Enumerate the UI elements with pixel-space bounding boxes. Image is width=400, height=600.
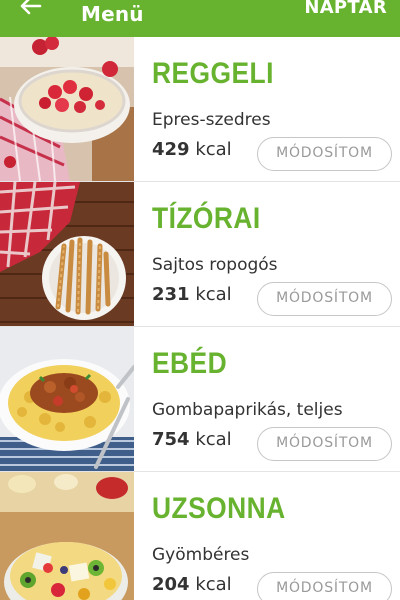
meal-list: REGGELI Epres-szedres 429 kcal MÓDOSÍTOM xyxy=(0,37,400,600)
meal-calories: 429 kcal xyxy=(152,139,232,160)
modify-button[interactable]: MÓDOSÍTOM xyxy=(257,282,392,316)
meal-card-lunch[interactable]: EBÉD Gombapaprikás, teljes 754 kcal MÓDO… xyxy=(0,327,400,472)
meal-description: Gyömbéres xyxy=(152,545,250,565)
meal-calories: 231 kcal xyxy=(152,284,232,305)
meal-description: Epres-szedres xyxy=(152,110,271,130)
meal-calories: 754 kcal xyxy=(152,429,232,450)
calorie-unit: kcal xyxy=(195,139,232,160)
calorie-value: 231 xyxy=(152,284,190,305)
modify-button[interactable]: MÓDOSÍTOM xyxy=(257,572,392,600)
page-title: Menü xyxy=(81,2,144,26)
afternoon-snack-photo xyxy=(0,472,134,600)
calorie-value: 754 xyxy=(152,429,190,450)
modify-button[interactable]: MÓDOSÍTOM xyxy=(257,137,392,171)
meal-description: Sajtos ropogós xyxy=(152,255,278,275)
meal-name: UZSONNA xyxy=(152,492,286,525)
lunch-photo xyxy=(0,327,134,471)
meal-card-snack-morning[interactable]: TÍZÓRAI Sajtos ropogós 231 kcal MÓDOSÍTO… xyxy=(0,182,400,327)
app-bar: Menü NAPTÁR xyxy=(0,0,400,37)
calorie-value: 204 xyxy=(152,574,190,595)
calorie-unit: kcal xyxy=(195,574,232,595)
meal-name: REGGELI xyxy=(152,57,274,90)
meal-name: TÍZÓRAI xyxy=(152,202,261,235)
calorie-unit: kcal xyxy=(195,429,232,450)
meal-calories: 204 kcal xyxy=(152,574,232,595)
back-button[interactable] xyxy=(10,0,50,28)
calorie-value: 429 xyxy=(152,139,190,160)
morning-snack-photo xyxy=(0,182,134,326)
breakfast-photo xyxy=(0,37,134,181)
modify-button[interactable]: MÓDOSÍTOM xyxy=(257,427,392,461)
arrow-left-icon xyxy=(10,0,50,28)
meal-name: EBÉD xyxy=(152,347,228,380)
meal-description: Gombapaprikás, teljes xyxy=(152,400,343,420)
calorie-unit: kcal xyxy=(195,284,232,305)
meal-card-snack-afternoon[interactable]: UZSONNA Gyömbéres 204 kcal MÓDOSÍTOM xyxy=(0,472,400,600)
meal-card-breakfast[interactable]: REGGELI Epres-szedres 429 kcal MÓDOSÍTOM xyxy=(0,37,400,182)
calendar-button[interactable]: NAPTÁR xyxy=(304,0,387,18)
